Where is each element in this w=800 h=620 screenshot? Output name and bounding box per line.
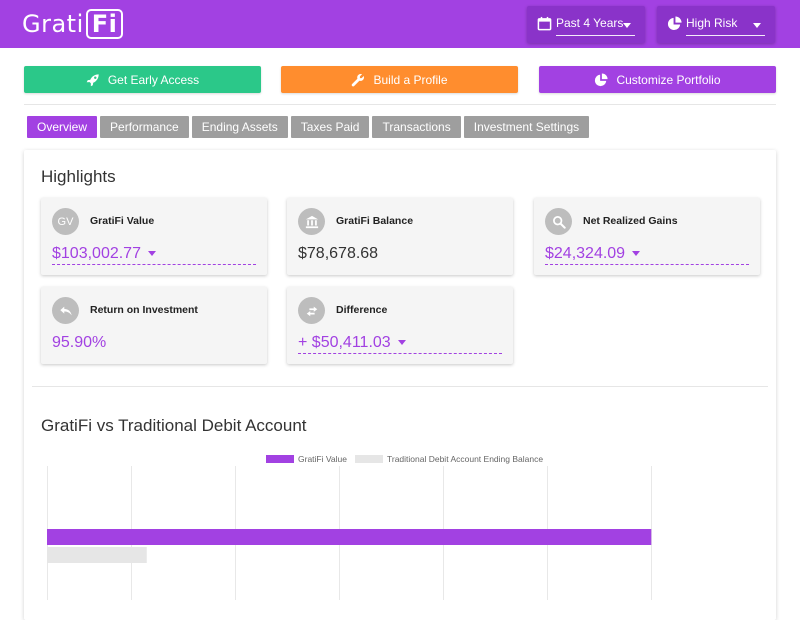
dashed-underline bbox=[298, 353, 502, 354]
customize-portfolio-button[interactable]: Customize Portfolio bbox=[539, 66, 776, 93]
tab-overview[interactable]: Overview bbox=[27, 116, 98, 138]
gratifi-value-card: GV GratiFi Value $103,002.77 bbox=[41, 198, 267, 275]
dashed-underline bbox=[545, 264, 749, 265]
card-label: GratiFi Balance bbox=[336, 215, 414, 227]
return-on-investment-card: Return on Investment 95.90% bbox=[41, 287, 267, 364]
tab-taxes-paid[interactable]: Taxes Paid bbox=[290, 116, 370, 138]
legend-label: Traditional Debit Account Ending Balance bbox=[386, 454, 544, 464]
risk-select[interactable]: High Risk bbox=[657, 6, 775, 43]
legend-swatch bbox=[266, 455, 294, 463]
tab-bar: Overview Performance Ending Assets Taxes… bbox=[27, 116, 590, 138]
card-value: 95.90% bbox=[52, 334, 107, 351]
card-label: Return on Investment bbox=[90, 304, 198, 316]
pie-chart-icon bbox=[595, 72, 609, 86]
build-profile-label: Build a Profile bbox=[373, 72, 448, 87]
logo-text: Grati bbox=[22, 10, 84, 38]
card-value: $103,002.77 bbox=[52, 245, 141, 262]
comparison-bar-chart bbox=[47, 466, 652, 600]
dashed-underline bbox=[52, 264, 256, 265]
logo-box-text: Fi bbox=[85, 9, 124, 39]
difference-card: Difference + $50,411.03 bbox=[287, 287, 513, 364]
select-underline bbox=[686, 35, 765, 36]
legend-label: GratiFi Value bbox=[298, 454, 347, 464]
calendar-icon bbox=[537, 16, 552, 31]
undo-icon bbox=[52, 297, 79, 324]
rocket-icon bbox=[86, 73, 99, 86]
gv-avatar-icon: GV bbox=[52, 208, 79, 235]
customize-portfolio-label: Customize Portfolio bbox=[616, 72, 721, 87]
search-icon bbox=[545, 208, 572, 235]
select-underline bbox=[556, 35, 635, 36]
card-label: Difference bbox=[336, 304, 388, 316]
comparison-title: GratiFi vs Traditional Debit Account bbox=[41, 416, 307, 435]
net-realized-gains-card: Net Realized Gains $24,324.09 bbox=[534, 198, 760, 275]
section-divider bbox=[32, 386, 768, 387]
tab-ending-assets[interactable]: Ending Assets bbox=[191, 116, 288, 138]
chart-legend: GratiFi Value Traditional Debit Account … bbox=[266, 453, 551, 465]
card-value: $24,324.09 bbox=[545, 245, 626, 262]
bank-icon bbox=[298, 208, 325, 235]
chevron-down-icon bbox=[397, 340, 406, 346]
period-value: Past 4 Years bbox=[556, 16, 624, 30]
tab-investment-settings[interactable]: Investment Settings bbox=[463, 116, 590, 138]
difference-dropdown[interactable]: + $50,411.03 bbox=[298, 334, 406, 352]
divider bbox=[24, 104, 776, 105]
bar-gratifi-value[interactable] bbox=[47, 529, 652, 545]
highlights-title: Highlights bbox=[41, 167, 116, 186]
legend-item-gratifi: GratiFi Value bbox=[266, 454, 347, 464]
build-profile-button[interactable]: Build a Profile bbox=[281, 66, 518, 93]
pie-chart-icon bbox=[667, 16, 682, 31]
card-label: GratiFi Value bbox=[90, 215, 155, 227]
swap-icon bbox=[298, 297, 325, 324]
gratifi-balance-card: GratiFi Balance $78,678.68 bbox=[287, 198, 513, 275]
card-label: Net Realized Gains bbox=[583, 215, 678, 227]
period-select[interactable]: Past 4 Years bbox=[527, 6, 645, 43]
risk-value: High Risk bbox=[686, 16, 738, 30]
card-value: $78,678.68 bbox=[298, 245, 379, 262]
card-value: + $50,411.03 bbox=[298, 334, 391, 351]
app-header: Grati Fi Past 4 Years High Risk bbox=[0, 0, 800, 48]
chevron-down-icon bbox=[623, 23, 631, 28]
tab-performance[interactable]: Performance bbox=[100, 116, 189, 138]
net-realized-gains-dropdown[interactable]: $24,324.09 bbox=[545, 245, 641, 263]
tab-transactions[interactable]: Transactions bbox=[372, 116, 461, 138]
gratifi-value-dropdown[interactable]: $103,002.77 bbox=[52, 245, 156, 263]
gratifi-logo[interactable]: Grati Fi bbox=[22, 9, 124, 39]
bar-traditional-balance[interactable] bbox=[47, 547, 147, 563]
get-early-access-label: Get Early Access bbox=[107, 72, 200, 87]
wrench-icon bbox=[352, 73, 365, 86]
get-early-access-button[interactable]: Get Early Access bbox=[24, 66, 261, 93]
legend-swatch bbox=[354, 455, 383, 463]
chevron-down-icon bbox=[753, 23, 761, 28]
chevron-down-icon bbox=[632, 251, 641, 257]
chevron-down-icon bbox=[147, 251, 156, 257]
legend-item-traditional: Traditional Debit Account Ending Balance bbox=[354, 454, 544, 464]
